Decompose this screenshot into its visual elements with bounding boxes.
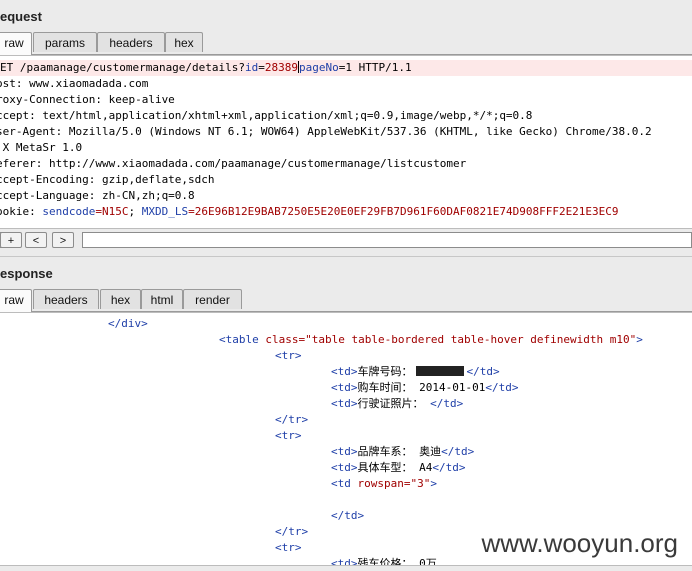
redacted-plate (412, 366, 467, 376)
response-line-5: <td>购车时间： 2014-01-01</td> (331, 381, 519, 394)
request-line-5: ser-Agent: Mozilla/5.0 (Windows NT 6.1; … (0, 125, 652, 138)
request-tabs: raw params headers hex (0, 32, 692, 55)
plus-button[interactable]: + (0, 232, 22, 248)
response-line-8: <tr> (275, 429, 302, 442)
response-line-7: </tr> (275, 413, 309, 426)
response-tabs: raw headers hex html render (0, 289, 692, 312)
next-button[interactable]: > (52, 232, 74, 248)
response-tab-hex[interactable]: hex (100, 289, 141, 309)
response-line-6: <td>行驶证照片： </td> (331, 397, 464, 410)
request-search-toolbar: ? + < > (0, 230, 692, 254)
request-editor[interactable]: ET /paamanage/customermanage/details?id=… (0, 55, 692, 229)
response-line-14: <tr> (275, 541, 302, 554)
response-line-10: <td>具体车型： A4</td> (331, 461, 466, 474)
response-line-4: <td>车牌号码： </td> (331, 365, 500, 378)
response-line-12: </td> (331, 509, 365, 522)
previous-button[interactable]: < (25, 232, 47, 248)
request-line-10: ookie: sendcode=N15C; MXDD_LS=26E96B12E9… (0, 205, 619, 218)
request-line-6: .X MetaSr 1.0 (0, 141, 83, 154)
request-line-1: ET /paamanage/customermanage/details?id=… (0, 60, 692, 76)
response-line-2: <table class="table table-bordered table… (219, 333, 643, 346)
response-line-1: </div> (108, 317, 148, 330)
request-tab-params[interactable]: params (33, 32, 97, 52)
response-line-9: <td>品牌车系： 奥迪</td> (331, 445, 475, 458)
request-line-4: ccept: text/html,application/xhtml+xml,a… (0, 109, 533, 122)
request-line-3: roxy-Connection: keep-alive (0, 93, 175, 106)
response-tab-raw[interactable]: raw (0, 289, 32, 312)
request-panel-title: equest (0, 9, 42, 24)
response-tab-headers[interactable]: headers (33, 289, 99, 309)
request-line-9: ccept-Language: zh-CN,zh;q=0.8 (0, 189, 195, 202)
response-line-15: <td>残车价格： 0万 (331, 557, 437, 566)
response-panel-title: esponse (0, 266, 53, 281)
request-line-8: ccept-Encoding: gzip,deflate,sdch (0, 173, 215, 186)
response-tab-render[interactable]: render (183, 289, 242, 309)
watermark: www.wooyun.org (477, 528, 682, 559)
search-input[interactable] (82, 232, 692, 248)
request-tab-raw[interactable]: raw (0, 32, 32, 55)
response-line-13: </tr> (275, 525, 309, 538)
response-line-3: <tr> (275, 349, 302, 362)
request-line-7: eferer: http://www.xiaomadada.com/paaman… (0, 157, 467, 170)
request-line-2: ost: www.xiaomadada.com (0, 77, 149, 90)
request-tab-headers[interactable]: headers (97, 32, 165, 52)
panel-divider[interactable] (0, 256, 692, 257)
request-tab-hex[interactable]: hex (165, 32, 203, 52)
response-line-11: <td rowspan="3"> (331, 477, 437, 490)
response-tab-html[interactable]: html (141, 289, 183, 309)
